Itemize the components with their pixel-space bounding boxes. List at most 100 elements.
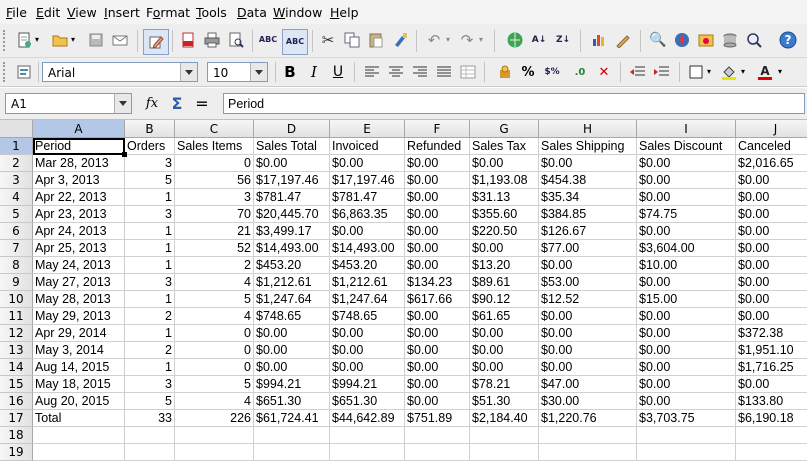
cell-g1[interactable]: Sales Tax	[470, 138, 539, 155]
cell-h4[interactable]: $35.34	[539, 189, 637, 206]
gallery-icon[interactable]	[696, 30, 716, 50]
column-header-d[interactable]: D	[254, 120, 330, 138]
cell-b16[interactable]: 5	[125, 393, 175, 410]
name-box-dropdown-icon[interactable]	[114, 94, 131, 113]
cell-a12[interactable]: Apr 29, 2014	[33, 325, 125, 342]
cell-f11[interactable]: $0.00	[405, 308, 470, 325]
cell-a4[interactable]: Apr 22, 2013	[33, 189, 125, 206]
cell-j7[interactable]: $0.00	[736, 240, 807, 257]
hyperlink-icon[interactable]	[505, 30, 525, 50]
cell-b2[interactable]: 3	[125, 155, 175, 172]
row-header-14[interactable]: 14	[0, 359, 33, 376]
column-header-j[interactable]: J	[736, 120, 807, 138]
cell-a2[interactable]: Mar 28, 2013	[33, 155, 125, 172]
font-color-icon[interactable]: A	[755, 62, 775, 82]
row-header-6[interactable]: 6	[0, 223, 33, 240]
new-dropdown-icon[interactable]: ▾	[33, 30, 41, 50]
sort-ascending-icon[interactable]: A↓	[529, 30, 549, 50]
cell-j4[interactable]: $0.00	[736, 189, 807, 206]
cell-b10[interactable]: 1	[125, 291, 175, 308]
cell-h15[interactable]: $47.00	[539, 376, 637, 393]
cell-g10[interactable]: $90.12	[470, 291, 539, 308]
cell-a5[interactable]: Apr 23, 2013	[33, 206, 125, 223]
cell-d7[interactable]: $14,493.00	[254, 240, 330, 257]
cell-b13[interactable]: 2	[125, 342, 175, 359]
underline-button[interactable]: U	[328, 62, 348, 82]
cell-a17[interactable]: Total	[33, 410, 125, 427]
cell-a19[interactable]	[33, 444, 125, 461]
help-icon[interactable]: ?	[778, 30, 798, 50]
column-header-h[interactable]: H	[539, 120, 637, 138]
cell-e17[interactable]: $44,642.89	[330, 410, 405, 427]
cell-e15[interactable]: $994.21	[330, 376, 405, 393]
cell-b14[interactable]: 1	[125, 359, 175, 376]
redo-dropdown-icon[interactable]: ▾	[477, 30, 485, 50]
cell-a14[interactable]: Aug 14, 2015	[33, 359, 125, 376]
row-header-7[interactable]: 7	[0, 240, 33, 257]
cell-b18[interactable]	[125, 427, 175, 444]
cell-h8[interactable]: $0.00	[539, 257, 637, 274]
cell-j6[interactable]: $0.00	[736, 223, 807, 240]
row-header-12[interactable]: 12	[0, 325, 33, 342]
italic-button[interactable]: I	[304, 62, 324, 82]
cell-b6[interactable]: 1	[125, 223, 175, 240]
column-header-g[interactable]: G	[470, 120, 539, 138]
cell-g2[interactable]: $0.00	[470, 155, 539, 172]
menu-file[interactable]: File	[6, 5, 27, 20]
cell-c3[interactable]: 56	[175, 172, 254, 189]
font-name-select[interactable]: Arial	[42, 62, 198, 82]
menu-edit[interactable]: Edit	[36, 5, 60, 20]
cell-d16[interactable]: $651.30	[254, 393, 330, 410]
cell-a3[interactable]: Apr 3, 2013	[33, 172, 125, 189]
cell-d13[interactable]: $0.00	[254, 342, 330, 359]
cell-i13[interactable]: $0.00	[637, 342, 736, 359]
background-color-dropdown-icon[interactable]: ▾	[739, 62, 747, 82]
cell-e14[interactable]: $0.00	[330, 359, 405, 376]
row-header-1[interactable]: 1	[0, 138, 33, 155]
row-header-9[interactable]: 9	[0, 274, 33, 291]
data-sources-icon[interactable]	[720, 30, 740, 50]
cell-d12[interactable]: $0.00	[254, 325, 330, 342]
cell-c14[interactable]: 0	[175, 359, 254, 376]
currency-format-icon[interactable]	[495, 62, 515, 82]
cell-h12[interactable]: $0.00	[539, 325, 637, 342]
cell-c6[interactable]: 21	[175, 223, 254, 240]
cell-g18[interactable]	[470, 427, 539, 444]
cell-a16[interactable]: Aug 20, 2015	[33, 393, 125, 410]
menu-help[interactable]: Help	[330, 5, 359, 20]
email-icon[interactable]	[110, 30, 130, 50]
cell-a9[interactable]: May 27, 2013	[33, 274, 125, 291]
column-header-f[interactable]: F	[405, 120, 470, 138]
column-header-e[interactable]: E	[330, 120, 405, 138]
column-header-a[interactable]: A	[33, 120, 125, 138]
cell-f17[interactable]: $751.89	[405, 410, 470, 427]
cell-a13[interactable]: May 3, 2014	[33, 342, 125, 359]
cell-j1[interactable]: Canceled	[736, 138, 807, 155]
name-box[interactable]: A1	[5, 93, 132, 114]
cell-c4[interactable]: 3	[175, 189, 254, 206]
cell-g12[interactable]: $0.00	[470, 325, 539, 342]
align-center-icon[interactable]	[386, 62, 406, 82]
cell-e4[interactable]: $781.47	[330, 189, 405, 206]
undo-dropdown-icon[interactable]: ▾	[444, 30, 452, 50]
cell-f12[interactable]: $0.00	[405, 325, 470, 342]
print-icon[interactable]	[202, 30, 222, 50]
row-header-17[interactable]: 17	[0, 410, 33, 427]
cell-g13[interactable]: $0.00	[470, 342, 539, 359]
paste-icon[interactable]	[366, 30, 386, 50]
cell-b9[interactable]: 3	[125, 274, 175, 291]
row-header-4[interactable]: 4	[0, 189, 33, 206]
row-header-19[interactable]: 19	[0, 444, 33, 461]
menu-view[interactable]: View	[67, 5, 97, 20]
cell-j14[interactable]: $1,716.25	[736, 359, 807, 376]
cell-d4[interactable]: $781.47	[254, 189, 330, 206]
number-format-button[interactable]: $%	[542, 62, 562, 82]
cut-icon[interactable]: ✂	[318, 30, 338, 50]
cell-e12[interactable]: $0.00	[330, 325, 405, 342]
cell-i14[interactable]: $0.00	[637, 359, 736, 376]
row-header-16[interactable]: 16	[0, 393, 33, 410]
cell-f16[interactable]: $0.00	[405, 393, 470, 410]
row-header-18[interactable]: 18	[0, 427, 33, 444]
cell-e8[interactable]: $453.20	[330, 257, 405, 274]
row-header-5[interactable]: 5	[0, 206, 33, 223]
